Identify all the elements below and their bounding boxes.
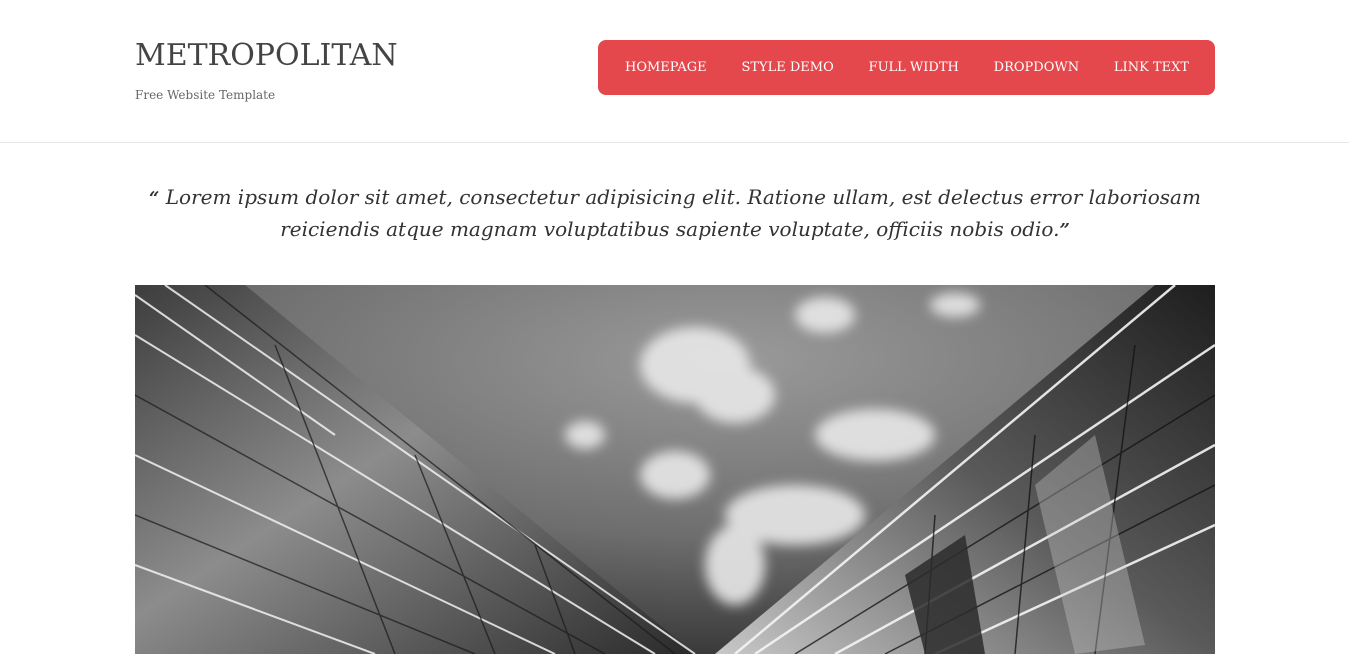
quote-text: Lorem ipsum dolor sit amet, consectetur … [165, 185, 1201, 241]
site-subtitle: Free Website Template [135, 88, 276, 102]
nav-item-style-demo[interactable]: STYLE DEMO [741, 60, 833, 75]
nav-item-full-width[interactable]: FULL WIDTH [869, 60, 959, 75]
site-header: METROPOLITAN Free Website Template HOMEP… [0, 0, 1349, 143]
nav-item-dropdown[interactable]: DROPDOWN [994, 60, 1079, 75]
main-navigation: HOMEPAGE STYLE DEMO FULL WIDTH DROPDOWN … [598, 40, 1215, 95]
site-logo[interactable]: METROPOLITAN Free Website Template [135, 38, 398, 102]
building-glass-sky-image [135, 285, 1215, 654]
quote-open-mark: “ [149, 188, 160, 209]
site-title[interactable]: METROPOLITAN [135, 38, 398, 74]
hero-image [135, 285, 1215, 654]
quote-close-mark: ” [1059, 220, 1070, 241]
nav-item-link-text[interactable]: LINK TEXT [1114, 60, 1189, 75]
intro-quote: “ Lorem ipsum dolor sit amet, consectetu… [135, 182, 1215, 246]
nav-item-homepage[interactable]: HOMEPAGE [625, 60, 707, 75]
